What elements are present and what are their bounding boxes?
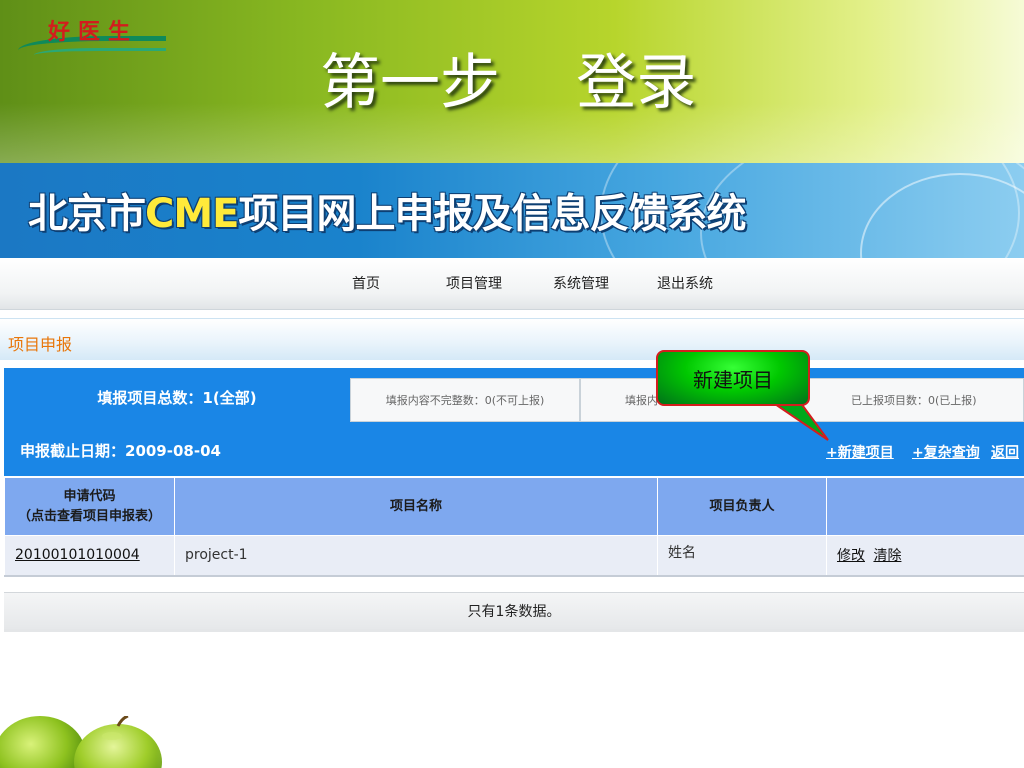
apple-image xyxy=(0,716,260,768)
tab-submitted[interactable]: 已上报项目数：0(已上报) xyxy=(800,378,1024,422)
nav-logout[interactable]: 退出系统 xyxy=(657,273,713,293)
nav-system-management[interactable]: 系统管理 xyxy=(553,273,609,293)
banner-title: 北京市CME项目网上申报及信息反馈系统 xyxy=(28,181,746,239)
callout-new-project: 新建项目 xyxy=(656,350,810,406)
logo-swoosh-inner xyxy=(34,48,166,62)
cell-project-name: project-1 xyxy=(174,535,658,577)
column-header-actions xyxy=(826,477,1024,536)
logo: 好医生 xyxy=(14,14,166,64)
banner-title-accent: CME xyxy=(145,191,239,237)
project-code-link[interactable]: 2010010101000​4 xyxy=(15,547,140,563)
section-title: 项目申报 xyxy=(8,335,73,354)
callout-text: 新建项目 xyxy=(693,367,773,392)
info-bar: 申报截止日期：2009-08-04 +新建项目 +复杂查询 返回 xyxy=(4,426,1024,476)
new-project-link[interactable]: +新建项目 xyxy=(826,442,894,462)
column-header-project-name: 项目名称 xyxy=(174,477,658,536)
nav-project-management[interactable]: 项目管理 xyxy=(446,273,502,293)
back-link[interactable]: 返回 xyxy=(991,442,1019,462)
column-header-code-line1: 申请代码 xyxy=(63,488,116,504)
tabs-bar: 填报项目总数：1(全部) 填报内容不完整数：0(不可上报) 填报内 已上报项目数… xyxy=(4,368,1024,426)
record-count-text: 只有1条数据。 xyxy=(467,604,561,620)
clear-link[interactable]: 清除 xyxy=(873,548,901,564)
callout-pointer xyxy=(770,402,829,441)
nav-home[interactable]: 首页 xyxy=(352,273,380,293)
system-banner: 北京市CME项目网上申报及信息反馈系统 xyxy=(0,163,1024,258)
slide-header: 好医生 第一步 登录 xyxy=(0,0,1024,163)
banner-title-suffix: 项目网上申报及信息反馈系统 xyxy=(238,191,746,237)
logo-text: 好医生 xyxy=(48,19,139,45)
project-table: 申请代码 （点击查看项目申报表） 项目名称 项目负责人 2010010101000… xyxy=(4,477,1024,577)
table-header-row: 申请代码 （点击查看项目申报表） 项目名称 项目负责人 xyxy=(4,477,1024,536)
cell-code: 2010010101000​4 xyxy=(4,535,175,577)
edit-link[interactable]: 修改 xyxy=(837,548,865,564)
record-count-bar: 只有1条数据。 xyxy=(4,592,1024,632)
deadline-label: 申报截止日期：2009-08-04 xyxy=(20,442,221,460)
cell-owner: 姓名 xyxy=(657,535,827,577)
slide-title: 第一步 登录 xyxy=(320,48,697,118)
apple-decoration xyxy=(0,716,260,768)
advanced-search-link[interactable]: +复杂查询 xyxy=(912,442,980,462)
table-row: 2010010101000​4 project-1 姓名 修改 清除 xyxy=(4,535,1024,577)
main-nav: 首页 项目管理 系统管理 退出系统 xyxy=(0,258,1024,310)
column-header-owner: 项目负责人 xyxy=(657,477,827,536)
tab-incomplete[interactable]: 填报内容不完整数：0(不可上报) xyxy=(350,378,580,422)
section-header: 项目申报 xyxy=(0,318,1024,360)
column-header-code: 申请代码 （点击查看项目申报表） xyxy=(4,477,175,536)
tab-total-projects[interactable]: 填报项目总数：1(全部) xyxy=(4,368,350,426)
banner-title-prefix: 北京市 xyxy=(28,191,146,237)
column-header-code-line2: （点击查看项目申报表） xyxy=(17,508,161,524)
cell-actions: 修改 清除 xyxy=(826,535,1024,577)
